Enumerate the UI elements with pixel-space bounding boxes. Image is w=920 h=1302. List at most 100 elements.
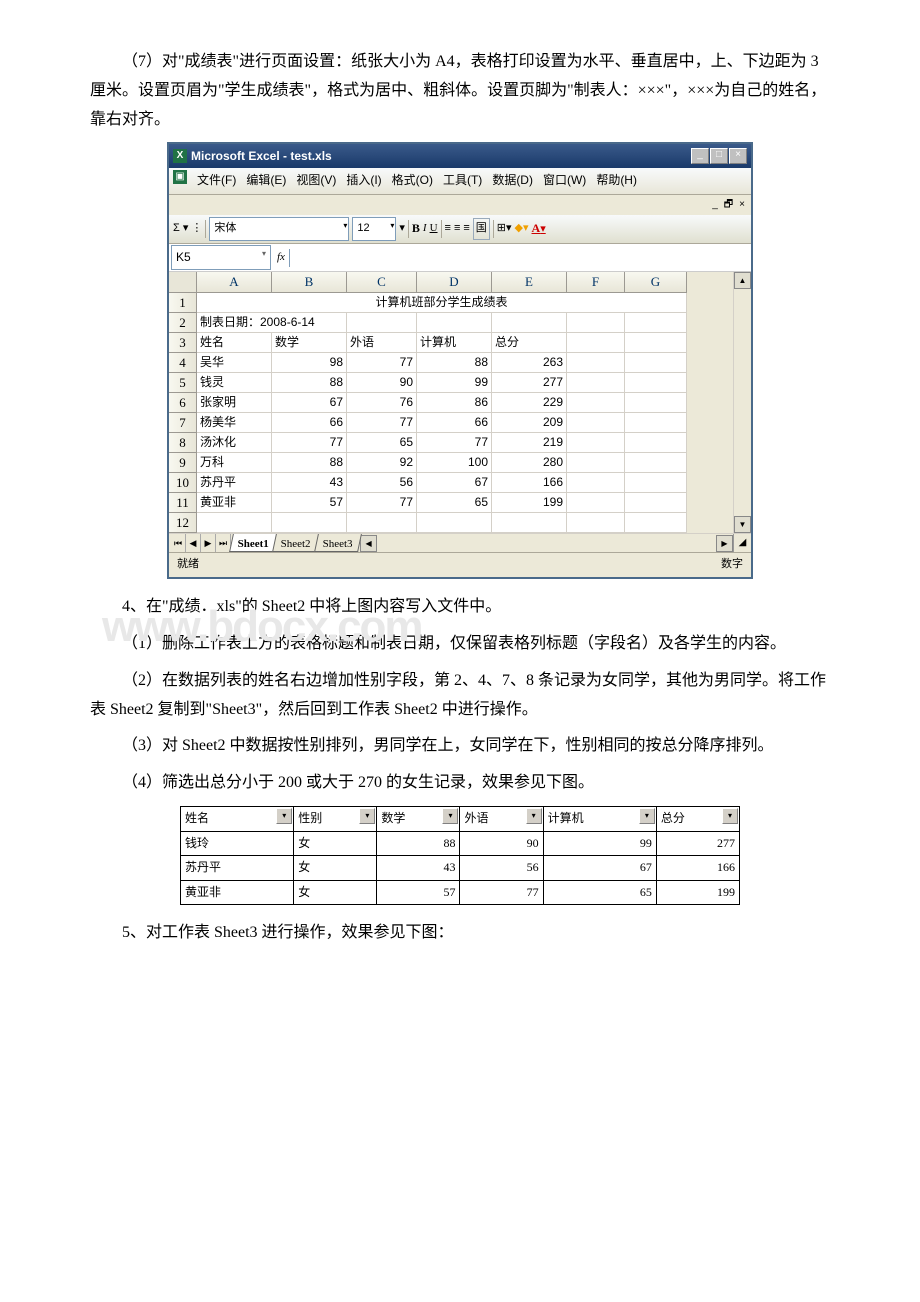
cell[interactable] xyxy=(567,493,625,513)
cell[interactable]: 钱灵 xyxy=(197,373,272,393)
menu-window[interactable]: 窗口(W) xyxy=(543,170,586,192)
cell[interactable]: 67 xyxy=(417,473,492,493)
col-header-d[interactable]: D xyxy=(417,272,492,293)
cell[interactable]: 77 xyxy=(272,433,347,453)
cell[interactable]: 43 xyxy=(272,473,347,493)
cell[interactable] xyxy=(567,453,625,473)
scroll-track[interactable] xyxy=(734,289,751,516)
cell[interactable]: 263 xyxy=(492,353,567,373)
cell[interactable] xyxy=(567,433,625,453)
cell[interactable] xyxy=(347,313,417,333)
filter-dropdown-icon[interactable]: ▾ xyxy=(276,808,292,824)
row-header[interactable]: 3 xyxy=(169,333,197,353)
first-sheet-button[interactable]: ⏮ xyxy=(171,534,186,552)
doc-min[interactable]: _ xyxy=(712,196,718,214)
cell[interactable] xyxy=(567,393,625,413)
formula-bar[interactable] xyxy=(289,249,751,267)
fill-color-button[interactable]: ◆▾ xyxy=(515,219,529,239)
cell[interactable]: 数学 xyxy=(272,333,347,353)
cell[interactable]: 90 xyxy=(347,373,417,393)
font-size-dropdown[interactable]: 12 xyxy=(352,217,396,241)
cell[interactable] xyxy=(625,493,687,513)
cell[interactable] xyxy=(625,313,687,333)
close-button[interactable]: × xyxy=(729,148,747,164)
underline-button[interactable]: U xyxy=(430,219,438,239)
col-header-g[interactable]: G xyxy=(625,272,687,293)
menu-format[interactable]: 格式(O) xyxy=(392,170,433,192)
cell[interactable]: 77 xyxy=(347,493,417,513)
cell[interactable] xyxy=(625,433,687,453)
cell[interactable]: 86 xyxy=(417,393,492,413)
filter-dropdown-icon[interactable]: ▾ xyxy=(639,808,655,824)
row-header[interactable]: 5 xyxy=(169,373,197,393)
row-header[interactable]: 1 xyxy=(169,293,197,313)
cell[interactable]: 199 xyxy=(492,493,567,513)
cell[interactable]: 吴华 xyxy=(197,353,272,373)
cell[interactable] xyxy=(417,313,492,333)
row-header[interactable]: 12 xyxy=(169,513,197,533)
doc-close-btn[interactable]: × xyxy=(739,196,745,214)
scroll-track[interactable] xyxy=(377,535,716,551)
scroll-right-button[interactable]: ▶ xyxy=(716,535,733,552)
cell[interactable]: 99 xyxy=(417,373,492,393)
cell[interactable] xyxy=(625,353,687,373)
dropdown-icon[interactable]: ▾ xyxy=(399,219,405,239)
cell[interactable]: 88 xyxy=(272,373,347,393)
resize-grip[interactable]: ◢ xyxy=(733,534,751,552)
cell[interactable] xyxy=(197,513,272,533)
merge-button[interactable]: 国 xyxy=(473,218,490,240)
cell[interactable]: 计算机 xyxy=(417,333,492,353)
cell[interactable] xyxy=(492,513,567,533)
scroll-left-button[interactable]: ◀ xyxy=(360,535,377,552)
menu-view[interactable]: 视图(V) xyxy=(296,170,336,192)
cell[interactable]: 77 xyxy=(417,433,492,453)
row-header[interactable]: 2 xyxy=(169,313,197,333)
fx-button[interactable]: fx xyxy=(273,248,289,268)
next-sheet-button[interactable]: ▶ xyxy=(201,534,216,552)
row-header[interactable]: 8 xyxy=(169,433,197,453)
cell[interactable] xyxy=(417,513,492,533)
cell-title[interactable]: 计算机班部分学生成绩表 xyxy=(197,293,687,313)
cell[interactable]: 166 xyxy=(492,473,567,493)
cell[interactable] xyxy=(625,393,687,413)
align-right-icon[interactable]: ≡ xyxy=(463,219,469,239)
cell[interactable] xyxy=(625,373,687,393)
font-name-dropdown[interactable]: 宋体 xyxy=(209,217,349,241)
cell-date[interactable]: 制表日期：2008-6-14 xyxy=(197,313,347,333)
cell[interactable]: 88 xyxy=(272,453,347,473)
menu-file[interactable]: 文件(F) xyxy=(197,170,236,192)
doc-max[interactable]: 🗗 xyxy=(724,196,733,214)
cell[interactable]: 汤沐化 xyxy=(197,433,272,453)
cell[interactable]: 总分 xyxy=(492,333,567,353)
cell[interactable] xyxy=(625,473,687,493)
cell[interactable]: 万科 xyxy=(197,453,272,473)
col-header-b[interactable]: B xyxy=(272,272,347,293)
cell[interactable]: 65 xyxy=(347,433,417,453)
cell[interactable]: 57 xyxy=(272,493,347,513)
prev-sheet-button[interactable]: ◀ xyxy=(186,534,201,552)
menu-insert[interactable]: 插入(I) xyxy=(346,170,381,192)
horizontal-scrollbar[interactable]: ◀ ▶ xyxy=(360,535,733,551)
col-header-f[interactable]: F xyxy=(567,272,625,293)
font-color-button[interactable]: A▾ xyxy=(532,218,546,240)
cell[interactable]: 66 xyxy=(272,413,347,433)
row-header[interactable]: 9 xyxy=(169,453,197,473)
cell[interactable]: 66 xyxy=(417,413,492,433)
vertical-scrollbar[interactable]: ▲ ▼ xyxy=(733,272,751,533)
minimize-button[interactable]: _ xyxy=(691,148,709,164)
select-all-corner[interactable] xyxy=(169,272,197,293)
cell[interactable]: 黄亚非 xyxy=(197,493,272,513)
cell[interactable]: 92 xyxy=(347,453,417,473)
menu-edit[interactable]: 编辑(E) xyxy=(246,170,286,192)
row-header[interactable]: 7 xyxy=(169,413,197,433)
col-header-e[interactable]: E xyxy=(492,272,567,293)
cell[interactable]: 杨美华 xyxy=(197,413,272,433)
cell[interactable]: 77 xyxy=(347,353,417,373)
bold-button[interactable]: B xyxy=(412,218,420,240)
filter-dropdown-icon[interactable]: ▾ xyxy=(722,808,738,824)
align-center-icon[interactable]: ≡ xyxy=(454,219,460,239)
filter-dropdown-icon[interactable]: ▾ xyxy=(442,808,458,824)
scroll-up-button[interactable]: ▲ xyxy=(734,272,751,289)
name-box[interactable]: K5 ▾ xyxy=(171,245,271,271)
tab-sheet2[interactable]: Sheet2 xyxy=(272,534,320,552)
